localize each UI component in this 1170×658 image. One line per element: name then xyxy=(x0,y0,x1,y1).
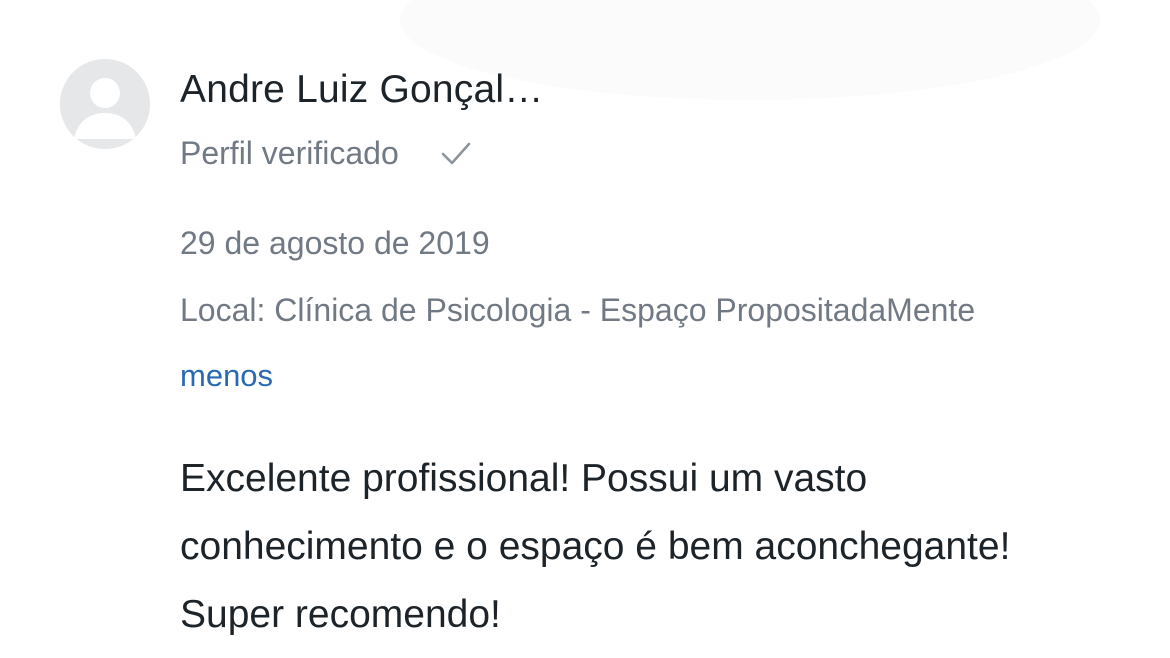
verified-profile-label: Perfil verificado xyxy=(180,134,399,171)
verified-profile-badge: Perfil verificado xyxy=(180,133,473,173)
show-less-link[interactable]: menos xyxy=(180,358,273,394)
checkmark-icon xyxy=(441,142,471,165)
avatar[interactable] xyxy=(60,59,150,149)
review-body: Excelente profissional! Possui um vasto … xyxy=(180,457,1011,636)
reviewer-name[interactable]: Andre Luiz Gonçal… xyxy=(180,68,543,112)
review-location: Local: Clínica de Psicologia - Espaço Pr… xyxy=(180,292,976,328)
default-user-avatar-icon xyxy=(60,59,150,149)
review-date: 29 de agosto de 2019 xyxy=(180,225,490,261)
